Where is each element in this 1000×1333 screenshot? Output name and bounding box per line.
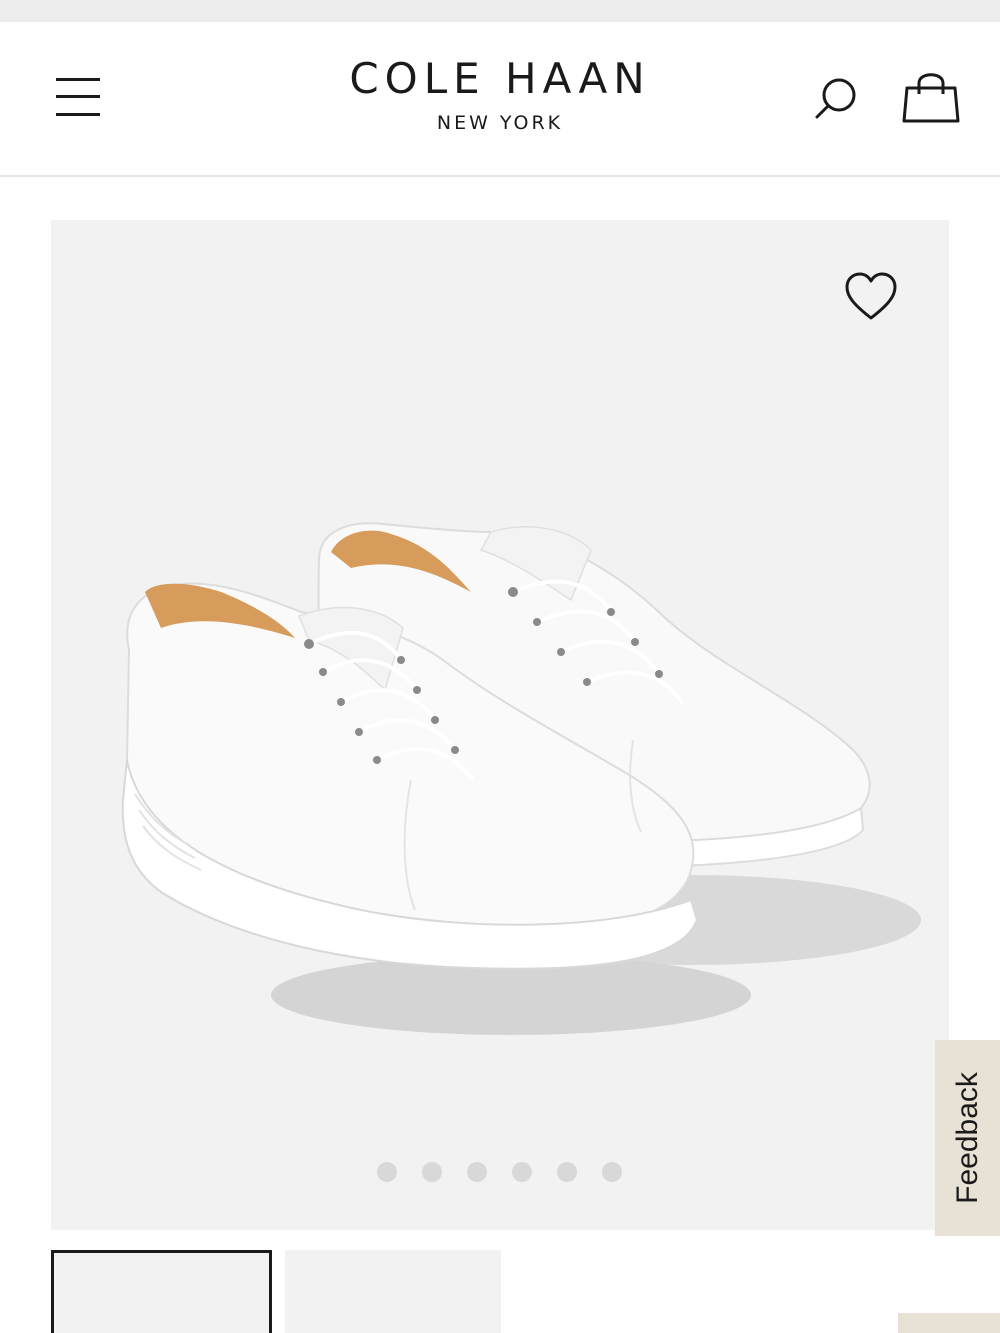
shopping-bag-button[interactable]	[898, 68, 964, 126]
carousel-dot[interactable]	[377, 1162, 397, 1182]
brand-logo[interactable]: COLE HAAN NEW YORK	[250, 54, 750, 135]
site-header: COLE HAAN NEW YORK	[0, 22, 1000, 177]
status-strip	[0, 0, 1000, 22]
carousel-dot[interactable]	[557, 1162, 577, 1182]
carousel-pagination	[377, 1162, 622, 1186]
carousel-dot[interactable]	[512, 1162, 532, 1182]
feedback-tab[interactable]: Feedback	[935, 1040, 1000, 1236]
product-image[interactable]	[51, 220, 949, 1230]
carousel-dot[interactable]	[467, 1162, 487, 1182]
shopping-bag-icon	[902, 73, 960, 123]
feedback-widget-edge	[898, 1313, 1000, 1333]
heart-icon	[845, 272, 897, 320]
logo-tagline: NEW YORK	[436, 112, 564, 134]
feedback-label: Feedback	[950, 1072, 984, 1204]
search-button[interactable]	[810, 72, 864, 124]
menu-button[interactable]	[52, 72, 106, 122]
white-leather-sneakers-image	[121, 522, 921, 1035]
carousel-dot[interactable]	[602, 1162, 622, 1182]
carousel-dot[interactable]	[422, 1162, 442, 1182]
wishlist-button[interactable]	[843, 270, 899, 324]
thumbnail-selected[interactable]	[51, 1250, 272, 1333]
thumbnail[interactable]	[285, 1250, 501, 1333]
logo-wordmark: COLE HAAN	[349, 54, 651, 103]
search-icon	[815, 78, 856, 119]
